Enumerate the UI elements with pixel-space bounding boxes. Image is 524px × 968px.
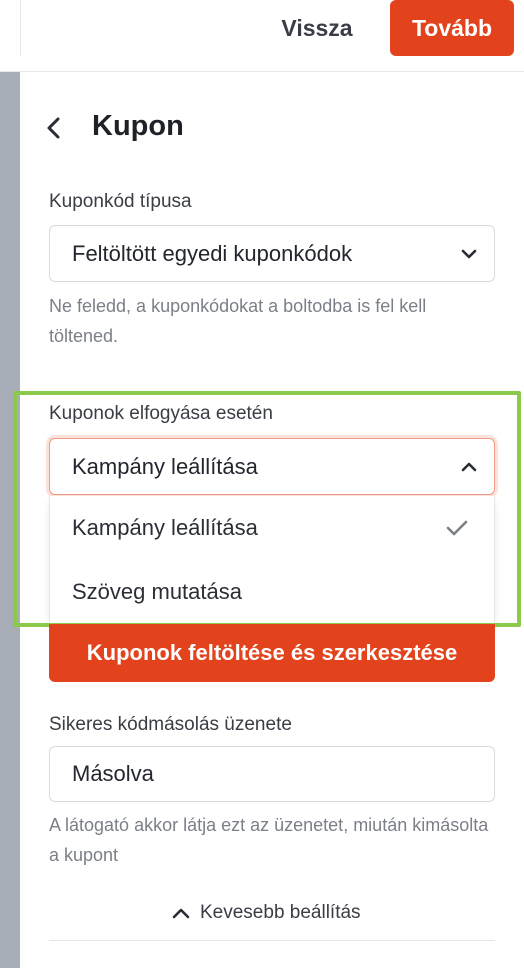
chevron-left-icon[interactable] [44,116,64,140]
less-settings-label: Kevesebb beállítás [200,902,361,923]
copy-message-label: Sikeres kódmásolás üzenete [49,714,292,735]
chevron-down-icon [461,249,477,258]
coupon-type-label: Kuponkód típusa [49,191,192,212]
dropdown-option-stop-campaign[interactable]: Kampány leállítása [50,496,496,560]
out-of-coupons-label: Kuponok elfogyása esetén [49,403,273,424]
upload-coupons-button[interactable]: Kuponok feltöltése és szerkesztése [49,624,495,682]
option-label: Szöveg mutatása [72,579,242,604]
copy-message-input[interactable] [49,746,495,802]
option-label: Kampány leállítása [72,515,258,540]
check-icon [446,520,468,536]
divider [20,0,21,56]
back-button[interactable]: Vissza [268,6,366,50]
chevron-up-icon [461,462,477,471]
divider [49,940,495,941]
out-of-coupons-dropdown: Kampány leállítása Szöveg mutatása [49,496,495,624]
top-bar: Vissza Tovább [0,0,524,72]
chevron-up-icon [172,908,190,919]
coupon-type-help: Ne feledd, a kuponkódokat a boltodba is … [49,296,427,346]
panel-title: Kupon [92,110,184,142]
less-settings-toggle[interactable]: Kevesebb beállítás [172,900,361,926]
side-rail [0,72,20,968]
copy-message-help: A látogató akkor látja ezt az üzenetet, … [49,815,489,865]
out-of-coupons-value: Kampány leállítása [72,453,258,479]
coupon-type-select[interactable]: Feltöltött egyedi kuponkódok [49,225,495,282]
out-of-coupons-select[interactable]: Kampány leállítása [49,438,495,495]
next-button[interactable]: Tovább [390,0,514,56]
coupon-type-value: Feltöltött egyedi kuponkódok [72,240,353,266]
dropdown-option-show-text[interactable]: Szöveg mutatása [50,560,496,624]
